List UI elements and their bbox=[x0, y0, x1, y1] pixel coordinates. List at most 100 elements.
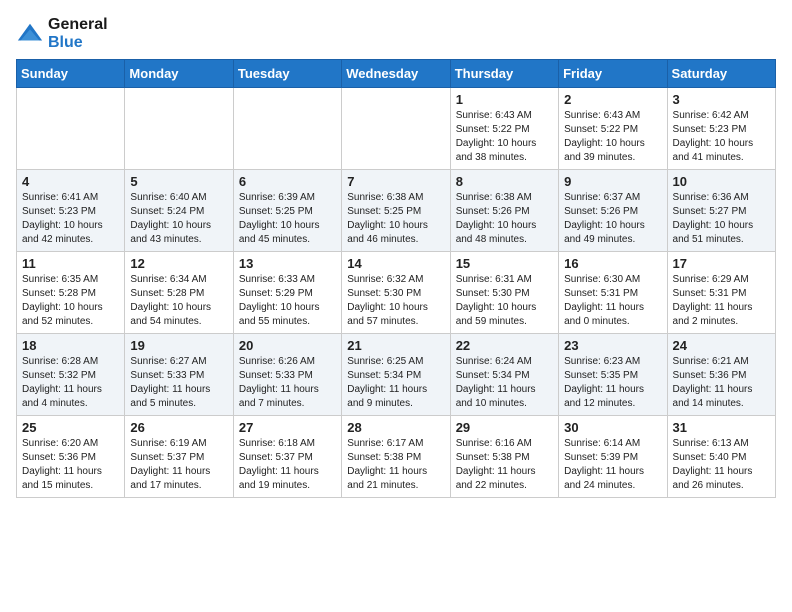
calendar-cell: 21Sunrise: 6:25 AM Sunset: 5:34 PM Dayli… bbox=[342, 334, 450, 416]
calendar-cell: 26 Sunrise: 6:19 AM Sunset: 5:37 PM Dayli… bbox=[125, 416, 233, 498]
day-number: 17 bbox=[673, 256, 770, 271]
day-number: 19 bbox=[130, 338, 227, 353]
calendar-cell: 2Sunrise: 6:43 AM Sunset: 5:22 PM Daylig… bbox=[559, 88, 667, 170]
calendar-cell: 11 Sunrise: 6:35 AM Sunset: 5:28 PM Dayli… bbox=[17, 252, 125, 334]
day-number: 9 bbox=[564, 174, 661, 189]
calendar-week-row: 1 Sunrise: 6:43 AM Sunset: 5:22 PM Daylig… bbox=[17, 88, 776, 170]
calendar-cell: 5 Sunrise: 6:40 AM Sunset: 5:24 PM Daylig… bbox=[125, 170, 233, 252]
day-info: Sunrise: 6:29 AM Sunset: 5:31 PM Dayligh… bbox=[673, 273, 770, 329]
day-number: 11 bbox=[22, 256, 119, 271]
calendar-week-row: 25 Sunrise: 6:20 AM Sunset: 5:36 PM Dayli… bbox=[17, 416, 776, 498]
col-header-monday: Monday bbox=[125, 60, 233, 88]
day-number: 22 bbox=[456, 338, 553, 353]
day-info: Sunrise: 6:31 AM Sunset: 5:30 PM Dayligh… bbox=[456, 273, 553, 329]
day-info: Sunrise: 6:24 AM Sunset: 5:34 PM Dayligh… bbox=[456, 355, 553, 411]
day-info: Sunrise: 6:38 AM Sunset: 5:25 PM Dayligh… bbox=[347, 191, 444, 247]
logo-icon bbox=[16, 20, 44, 48]
day-info: Sunrise: 6:37 AM Sunset: 5:26 PM Dayligh… bbox=[564, 191, 661, 247]
calendar-week-row: 11 Sunrise: 6:35 AM Sunset: 5:28 PM Dayli… bbox=[17, 252, 776, 334]
col-header-tuesday: Tuesday bbox=[233, 60, 341, 88]
col-header-saturday: Saturday bbox=[667, 60, 775, 88]
calendar-header-row: SundayMondayTuesdayWednesdayThursdayFrid… bbox=[17, 60, 776, 88]
day-number: 1 bbox=[456, 92, 553, 107]
day-number: 31 bbox=[673, 420, 770, 435]
col-header-friday: Friday bbox=[559, 60, 667, 88]
calendar-cell: 7 Sunrise: 6:38 AM Sunset: 5:25 PM Daylig… bbox=[342, 170, 450, 252]
day-number: 15 bbox=[456, 256, 553, 271]
calendar-cell: 6 Sunrise: 6:39 AM Sunset: 5:25 PM Daylig… bbox=[233, 170, 341, 252]
day-number: 6 bbox=[239, 174, 336, 189]
day-number: 28 bbox=[347, 420, 444, 435]
logo-text-blue: Blue bbox=[48, 34, 83, 51]
calendar-cell: 23Sunrise: 6:23 AM Sunset: 5:35 PM Dayli… bbox=[559, 334, 667, 416]
day-number: 20 bbox=[239, 338, 336, 353]
day-info: Sunrise: 6:21 AM Sunset: 5:36 PM Dayligh… bbox=[673, 355, 770, 411]
day-number: 24 bbox=[673, 338, 770, 353]
day-info: Sunrise: 6:32 AM Sunset: 5:30 PM Dayligh… bbox=[347, 273, 444, 329]
calendar-cell: 18Sunrise: 6:28 AM Sunset: 5:32 PM Dayli… bbox=[17, 334, 125, 416]
day-number: 4 bbox=[22, 174, 119, 189]
day-info: Sunrise: 6:33 AM Sunset: 5:29 PM Dayligh… bbox=[239, 273, 336, 329]
calendar-cell: 27Sunrise: 6:18 AM Sunset: 5:37 PM Dayli… bbox=[233, 416, 341, 498]
day-number: 12 bbox=[130, 256, 227, 271]
day-number: 21 bbox=[347, 338, 444, 353]
day-number: 26 bbox=[130, 420, 227, 435]
calendar-cell bbox=[17, 88, 125, 170]
day-info: Sunrise: 6:41 AM Sunset: 5:23 PM Dayligh… bbox=[22, 191, 119, 247]
calendar-cell: 12 Sunrise: 6:34 AM Sunset: 5:28 PM Dayli… bbox=[125, 252, 233, 334]
day-info: Sunrise: 6:13 AM Sunset: 5:40 PM Dayligh… bbox=[673, 437, 770, 493]
day-number: 13 bbox=[239, 256, 336, 271]
calendar-cell: 9 Sunrise: 6:37 AM Sunset: 5:26 PM Daylig… bbox=[559, 170, 667, 252]
day-number: 14 bbox=[347, 256, 444, 271]
logo-text-general: General bbox=[48, 16, 108, 33]
calendar-cell: 25 Sunrise: 6:20 AM Sunset: 5:36 PM Dayli… bbox=[17, 416, 125, 498]
day-info: Sunrise: 6:19 AM Sunset: 5:37 PM Dayligh… bbox=[130, 437, 227, 493]
day-info: Sunrise: 6:35 AM Sunset: 5:28 PM Dayligh… bbox=[22, 273, 119, 329]
day-number: 25 bbox=[22, 420, 119, 435]
day-info: Sunrise: 6:30 AM Sunset: 5:31 PM Dayligh… bbox=[564, 273, 661, 329]
day-info: Sunrise: 6:18 AM Sunset: 5:37 PM Dayligh… bbox=[239, 437, 336, 493]
calendar-cell: 20 Sunrise: 6:26 AM Sunset: 5:33 PM Dayli… bbox=[233, 334, 341, 416]
day-info: Sunrise: 6:23 AM Sunset: 5:35 PM Dayligh… bbox=[564, 355, 661, 411]
day-info: Sunrise: 6:28 AM Sunset: 5:32 PM Dayligh… bbox=[22, 355, 119, 411]
calendar-cell: 30Sunrise: 6:14 AM Sunset: 5:39 PM Dayli… bbox=[559, 416, 667, 498]
day-number: 5 bbox=[130, 174, 227, 189]
day-info: Sunrise: 6:34 AM Sunset: 5:28 PM Dayligh… bbox=[130, 273, 227, 329]
calendar-cell: 4 Sunrise: 6:41 AM Sunset: 5:23 PM Daylig… bbox=[17, 170, 125, 252]
day-info: Sunrise: 6:36 AM Sunset: 5:27 PM Dayligh… bbox=[673, 191, 770, 247]
calendar-cell: 17 Sunrise: 6:29 AM Sunset: 5:31 PM Dayli… bbox=[667, 252, 775, 334]
calendar-cell: 13 Sunrise: 6:33 AM Sunset: 5:29 PM Dayli… bbox=[233, 252, 341, 334]
calendar-cell: 29Sunrise: 6:16 AM Sunset: 5:38 PM Dayli… bbox=[450, 416, 558, 498]
calendar-cell bbox=[342, 88, 450, 170]
calendar-week-row: 4 Sunrise: 6:41 AM Sunset: 5:23 PM Daylig… bbox=[17, 170, 776, 252]
calendar-cell: 16 Sunrise: 6:30 AM Sunset: 5:31 PM Dayli… bbox=[559, 252, 667, 334]
calendar-cell: 3 Sunrise: 6:42 AM Sunset: 5:23 PM Daylig… bbox=[667, 88, 775, 170]
calendar-cell: 22 Sunrise: 6:24 AM Sunset: 5:34 PM Dayli… bbox=[450, 334, 558, 416]
day-number: 16 bbox=[564, 256, 661, 271]
day-info: Sunrise: 6:20 AM Sunset: 5:36 PM Dayligh… bbox=[22, 437, 119, 493]
calendar-cell bbox=[233, 88, 341, 170]
day-number: 3 bbox=[673, 92, 770, 107]
day-info: Sunrise: 6:26 AM Sunset: 5:33 PM Dayligh… bbox=[239, 355, 336, 411]
day-number: 2 bbox=[564, 92, 661, 107]
day-info: Sunrise: 6:42 AM Sunset: 5:23 PM Dayligh… bbox=[673, 109, 770, 165]
calendar-cell bbox=[125, 88, 233, 170]
day-info: Sunrise: 6:40 AM Sunset: 5:24 PM Dayligh… bbox=[130, 191, 227, 247]
calendar-cell: 28 Sunrise: 6:17 AM Sunset: 5:38 PM Dayli… bbox=[342, 416, 450, 498]
day-info: Sunrise: 6:39 AM Sunset: 5:25 PM Dayligh… bbox=[239, 191, 336, 247]
day-info: Sunrise: 6:38 AM Sunset: 5:26 PM Dayligh… bbox=[456, 191, 553, 247]
calendar-cell: 15 Sunrise: 6:31 AM Sunset: 5:30 PM Dayli… bbox=[450, 252, 558, 334]
page-header: General Blue bbox=[16, 16, 776, 51]
calendar-week-row: 18Sunrise: 6:28 AM Sunset: 5:32 PM Dayli… bbox=[17, 334, 776, 416]
day-number: 7 bbox=[347, 174, 444, 189]
day-number: 29 bbox=[456, 420, 553, 435]
col-header-sunday: Sunday bbox=[17, 60, 125, 88]
calendar-cell: 8Sunrise: 6:38 AM Sunset: 5:26 PM Daylig… bbox=[450, 170, 558, 252]
col-header-wednesday: Wednesday bbox=[342, 60, 450, 88]
day-info: Sunrise: 6:17 AM Sunset: 5:38 PM Dayligh… bbox=[347, 437, 444, 493]
day-number: 30 bbox=[564, 420, 661, 435]
logo: General Blue bbox=[16, 16, 108, 51]
calendar-cell: 14 Sunrise: 6:32 AM Sunset: 5:30 PM Dayli… bbox=[342, 252, 450, 334]
day-info: Sunrise: 6:43 AM Sunset: 5:22 PM Dayligh… bbox=[456, 109, 553, 165]
calendar-cell: 10Sunrise: 6:36 AM Sunset: 5:27 PM Dayli… bbox=[667, 170, 775, 252]
